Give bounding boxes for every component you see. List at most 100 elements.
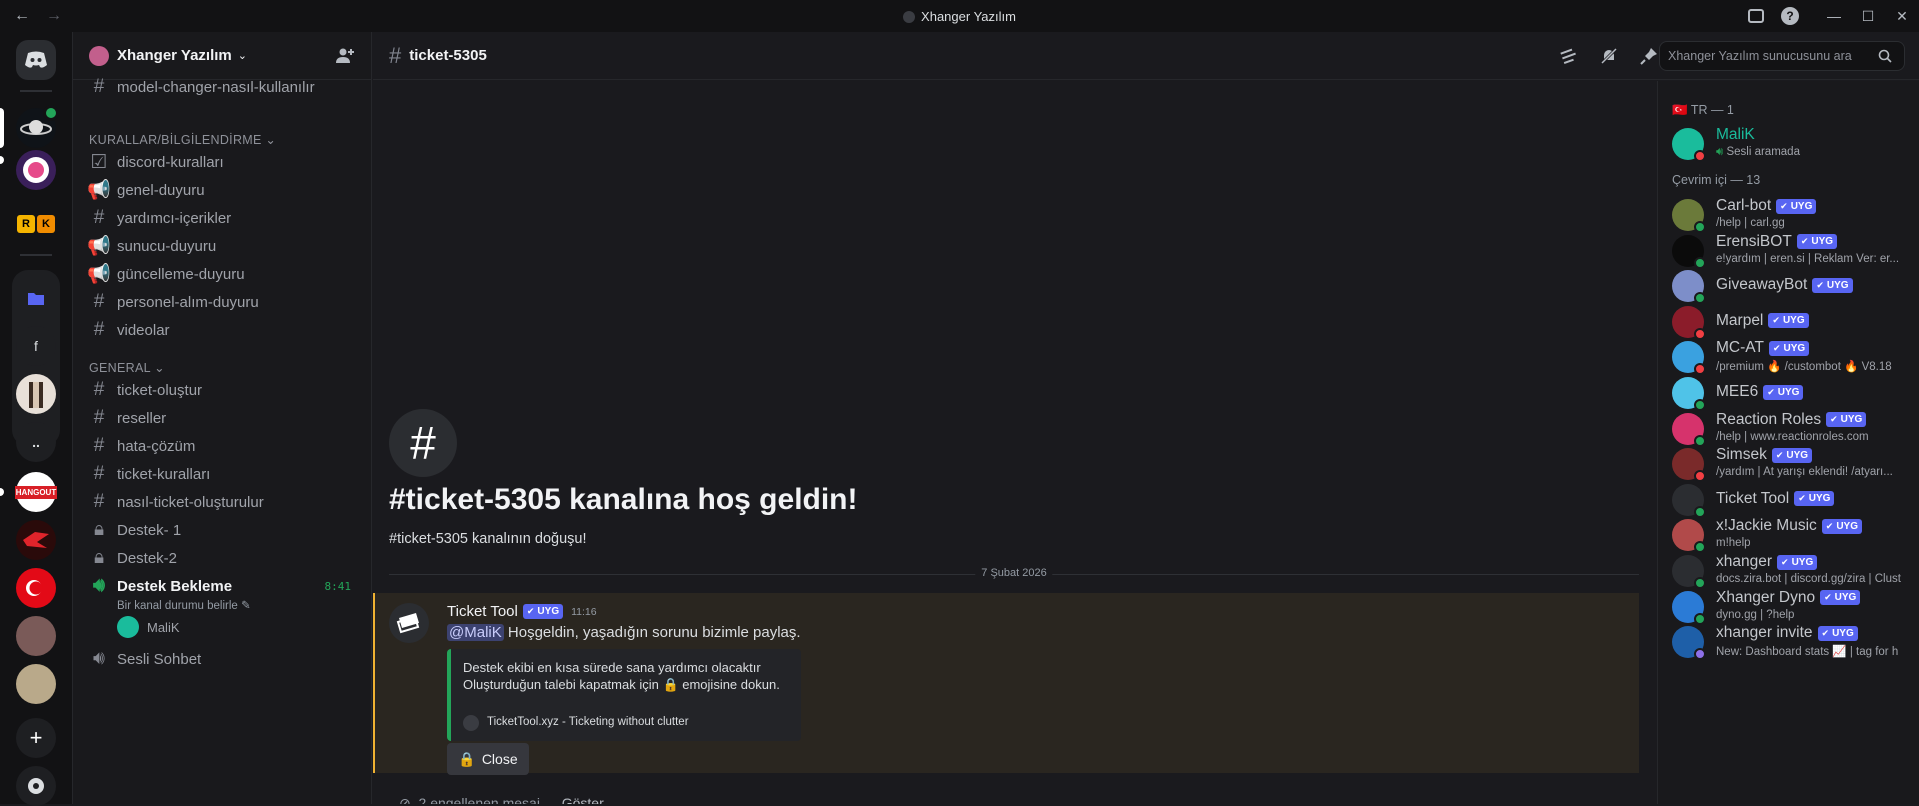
close-window-icon[interactable]: ✕ (1885, 0, 1919, 32)
category-kurallar[interactable]: KURALLAR/BİLGİLENDİRME ⌄ (89, 132, 276, 147)
member-carl-bot[interactable]: Carl-botUYG/help | carl.gg (1672, 195, 1912, 235)
member-giveawaybot[interactable]: GiveawayBotUYG (1672, 266, 1912, 306)
server-red-logo[interactable] (16, 520, 56, 560)
hash-icon: # (93, 407, 105, 428)
channel-nasıl-ticket-oluşturulur[interactable]: # nasıl-ticket-oluşturulur (89, 487, 359, 517)
channel-yardımcı-içerikler[interactable]: # yardımcı-içerikler (89, 203, 359, 233)
channel-discord-kuralları[interactable]: ☑ discord-kuralları (89, 147, 359, 177)
search-box[interactable] (1659, 41, 1905, 71)
member-erensibot[interactable]: ErensiBOTUYGe!yardım | eren.si | Reklam … (1672, 231, 1912, 271)
guild-icon (89, 45, 109, 66)
member-ticket-tool[interactable]: Ticket ToolUYG (1672, 480, 1912, 520)
invite-people-icon[interactable] (335, 46, 355, 66)
search-input[interactable] (1668, 49, 1878, 63)
server-f[interactable]: f (16, 326, 56, 366)
minimize-icon[interactable]: — (1817, 0, 1851, 32)
guild-small-icon (903, 11, 916, 23)
lock-icon: 🔒 (458, 750, 476, 767)
channel-reseller[interactable]: # reseller (89, 403, 359, 433)
pencil-icon: ✎ (241, 600, 251, 612)
megaphone-icon: 📢 (87, 236, 111, 257)
server-portrait[interactable] (16, 616, 56, 656)
app-tag-badge: UYG (1826, 412, 1867, 428)
app-tag-badge: UYG (1796, 234, 1838, 250)
search-icon (1878, 49, 1892, 63)
member-marpel[interactable]: MarpelUYG (1672, 302, 1912, 342)
server-xhanger[interactable] (16, 105, 59, 148)
member-name: MC-ATUYG (1716, 339, 1810, 357)
hash-icon: # (93, 463, 105, 484)
guild-name: Xhanger Yazılım (117, 47, 232, 64)
channel-güncelleme-duyuru[interactable]: 📢 güncelleme-duyuru (87, 259, 359, 289)
member-status: /help | carl.gg (1716, 217, 1785, 229)
ticket-tool-small-icon (463, 714, 479, 731)
member-name: xhanger inviteUYG (1716, 624, 1858, 642)
member-xhanger[interactable]: xhangerUYG docs.zira.bot | discord.gg/zir… (1672, 551, 1912, 591)
lock-icon: 🔒 (662, 677, 679, 692)
help-icon[interactable]: ? (1773, 0, 1807, 32)
channel-destek-1[interactable]: 🔒︎ Destek- 1 (89, 515, 359, 545)
member-xhanger-dyno[interactable]: Xhanger DynoUYGdyno.gg | ?help (1672, 587, 1912, 627)
channel-genel-duyuru[interactable]: 📢 genel-duyuru (87, 175, 359, 205)
server-animal[interactable] (16, 664, 56, 704)
inbox-icon[interactable] (1739, 0, 1773, 32)
channel-ticket-kuralları[interactable]: # ticket-kuralları (89, 459, 359, 489)
category-general[interactable]: GENERAL ⌄ (89, 360, 165, 375)
member-mc-at[interactable]: MC-ATUYG/premium 🔥 /custombot 🔥 V8.18 (1672, 337, 1912, 377)
mute-bell-icon[interactable] (1599, 46, 1619, 66)
member-mee6[interactable]: MEE6UYG (1672, 373, 1912, 413)
server-hangout[interactable]: HANGOUT (14, 472, 58, 512)
member-reaction-roles[interactable]: Reaction RolesUYG/help | www.reactionrol… (1672, 409, 1912, 449)
member-simsek[interactable]: SimsekUYG/yardım | At yarışı eklendi! /a… (1672, 444, 1912, 484)
member-status: /yardım | At yarışı eklendi! /atyarı... (1716, 466, 1893, 479)
app-tag-badge: UYG (1763, 384, 1804, 400)
voice-channel-sesli-sohbet[interactable]: 🔊︎ Sesli Sohbet (89, 644, 359, 674)
discord-home-icon[interactable] (16, 40, 56, 80)
message-author[interactable]: Ticket Tool UYG 11:16 (447, 603, 597, 620)
member-malik[interactable]: MaliK 🔊︎ Sesli aramada (1672, 124, 1912, 164)
show-blocked-link[interactable]: Göster (562, 795, 604, 804)
channel-videolar[interactable]: # videolar (89, 315, 359, 345)
server-gta-rockstar[interactable]: R K (16, 204, 56, 244)
folder-icon[interactable] (16, 278, 56, 318)
channel-header: # ticket-5305 (373, 32, 1919, 80)
member-name: x!Jackie MusicUYG (1716, 517, 1862, 535)
voice-activity-badge (43, 105, 59, 121)
server-turkey-flag[interactable] (16, 568, 56, 608)
member-name: SimsekUYG (1716, 446, 1813, 464)
member-group-tr: 🇹🇷 TR — 1 (1672, 103, 1734, 117)
threads-icon[interactable] (1559, 46, 1579, 66)
voice-user-malik[interactable]: MaliK (117, 614, 180, 640)
channel-sunucu-duyuru[interactable]: 📢 sunucu-duyuru (87, 231, 359, 261)
welcome-title: #ticket-5305 kanalına hoş geldin! (389, 483, 858, 516)
embed-footer: TicketTool.xyz - Ticketing without clutt… (463, 714, 689, 731)
user-mention[interactable]: @MaliK (447, 624, 504, 641)
message-ticket-tool[interactable]: Ticket Tool UYG 11:16 @MaliK Hoşgeldin, … (373, 593, 1639, 775)
server-figure[interactable] (16, 374, 56, 414)
close-ticket-button[interactable]: 🔒 Close (447, 743, 529, 775)
channel-hash-icon: # (389, 409, 457, 477)
server-colorful[interactable] (16, 150, 56, 190)
channel-ticket-oluştur[interactable]: # ticket-oluştur (89, 375, 359, 405)
app-tag-badge: UYG (1794, 491, 1835, 507)
voice-status-prompt[interactable]: Bir kanal durumu belirle ✎ (117, 598, 251, 612)
channel-model-changer[interactable]: # model-changer-nasıl-kullanılır (89, 72, 359, 102)
channel-destek-2[interactable]: 🔒︎ Destek-2 (89, 543, 359, 573)
channel-hata-çözüm[interactable]: # hata-çözüm (89, 431, 359, 461)
app-tag-badge: UYG (1768, 340, 1810, 356)
member-x-jackie-music[interactable]: x!Jackie MusicUYG m!help (1672, 515, 1912, 555)
hash-icon: # (93, 379, 105, 400)
server-dots[interactable]: .. (16, 422, 56, 462)
message-area: # #ticket-5305 kanalına hoş geldin! #tic… (373, 81, 1656, 804)
member-xhanger-invite[interactable]: xhanger inviteUYG New: Dashboard stats 📈 … (1672, 622, 1912, 662)
channel-personel-alım-duyuru[interactable]: # personel-alım-duyuru (89, 287, 359, 317)
add-server-icon[interactable]: + (16, 718, 56, 758)
hash-icon: # (93, 76, 105, 97)
discover-icon[interactable] (16, 766, 56, 806)
voice-channel-destek-bekleme[interactable]: 🔊︎ Destek Bekleme 8:41 (89, 571, 359, 601)
embed-line-2: Oluşturduğun talebi kapatmak için 🔒 emoj… (463, 677, 780, 692)
ticket-tool-avatar[interactable] (389, 603, 429, 643)
pin-icon[interactable] (1639, 46, 1659, 66)
title-bar: ← → Xhanger Yazılım ? — ☐ ✕ (0, 0, 1919, 32)
maximize-icon[interactable]: ☐ (1851, 0, 1885, 32)
